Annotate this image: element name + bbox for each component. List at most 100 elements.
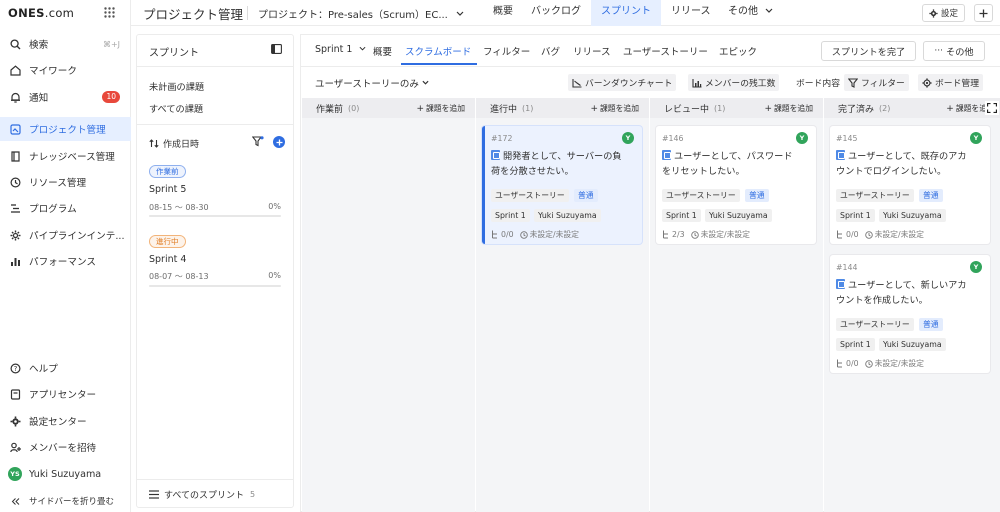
nav-project-label: プロジェクト管理	[29, 125, 106, 136]
assignee-tag: Yuki Suzuyama	[879, 209, 946, 222]
nav-search[interactable]: 検索 ⌘+J	[0, 32, 131, 56]
board-tab-overview[interactable]: 概要	[373, 44, 392, 58]
divider	[137, 124, 293, 125]
page-title: プロジェクト管理	[143, 7, 244, 22]
all-issues-link[interactable]: すべての課題	[149, 101, 203, 115]
nav-appcenter[interactable]: アプリセンター	[0, 382, 131, 406]
view-filter-select[interactable]: ユーザーストーリーのみ	[315, 74, 429, 91]
issue-title: 開発者として、サーバーの負 荷を分散させたい。	[491, 150, 641, 179]
chevron-down-icon	[456, 11, 464, 16]
column-title: レビュー中	[664, 104, 710, 115]
sprint-percent: 0%	[268, 271, 281, 280]
time-estimate: 未設定/未設定	[874, 359, 924, 368]
assignee-avatar[interactable]: Y	[970, 132, 982, 144]
issue-type-tag: ユーザーストーリー	[836, 318, 914, 331]
nav-project[interactable]: プロジェクト管理	[0, 117, 131, 141]
sprint-select[interactable]: Sprint 1	[315, 44, 366, 55]
add-issue-label: 課題を追加	[774, 104, 813, 113]
bar-chart-icon	[692, 78, 702, 88]
more-options-button[interactable]: ··· その他	[923, 41, 985, 61]
nav-wiki[interactable]: ナレッジベース管理	[0, 144, 131, 168]
issue-card[interactable]: #172 Y 開発者として、サーバーの負 荷を分散させたい。 ユーザーストーリー …	[482, 126, 642, 244]
tab-more[interactable]: その他	[728, 0, 773, 26]
tab-overview[interactable]: 概要	[493, 0, 513, 26]
sprint-name: Sprint 4	[149, 254, 187, 265]
nav-settings[interactable]: 設定センター	[0, 409, 131, 433]
ones-logo[interactable]: ONES.com	[8, 6, 74, 20]
project-selector[interactable]: プロジェクト：Pre-sales（Scrum）EC...	[258, 6, 464, 21]
subtask-count: 0/0	[846, 230, 859, 239]
board-tab-scrum[interactable]: スクラムボード	[405, 44, 471, 58]
complete-sprint-button[interactable]: スプリントを完了	[821, 41, 916, 61]
add-issue-button[interactable]: + 課題を追	[946, 103, 987, 114]
active-tab-indicator	[401, 63, 477, 65]
nav-resource[interactable]: リソース管理	[0, 170, 131, 194]
program-icon	[8, 201, 22, 215]
nav-performance[interactable]: パフォーマンス	[0, 249, 131, 273]
board-tab-epic[interactable]: エピック	[719, 44, 757, 58]
assignee-avatar[interactable]: Y	[796, 132, 808, 144]
issue-type-tag: ユーザーストーリー	[491, 189, 569, 202]
nav-pipeline[interactable]: パイプラインインテ...	[0, 223, 131, 247]
subtask-icon	[836, 230, 846, 239]
collapse-sidebar-button[interactable]: サイドバーを折り畳む	[0, 489, 131, 512]
column-count: (2)	[879, 103, 891, 113]
sprint-panel-title: スプリント	[149, 48, 199, 59]
panel-toggle-icon[interactable]	[271, 44, 282, 54]
assignee-avatar[interactable]: Y	[622, 132, 634, 144]
board-column-review: レビュー中 (1) + 課題を追加 #146 Y ユーザーとして、パスワード をリセッ…	[650, 98, 823, 512]
issue-title-line1: 開発者として、サーバーの負	[503, 151, 622, 162]
view-filter-label: ユーザーストーリーのみ	[315, 78, 419, 90]
all-sprints-count: 5	[250, 490, 256, 499]
tab-sprint[interactable]: スプリント	[591, 0, 661, 26]
tab-release[interactable]: リリース	[671, 0, 711, 26]
project-settings-button[interactable]: 設定	[922, 4, 965, 22]
issue-key: #144	[836, 263, 858, 272]
board-manage-button[interactable]: ボード管理	[918, 74, 983, 91]
add-issue-label: 課題を追加	[600, 104, 639, 113]
board-tab-release[interactable]: リリース	[573, 44, 611, 58]
plus-icon: +	[764, 104, 773, 114]
all-sprints-link[interactable]: すべてのスプリント 5	[149, 488, 255, 501]
assignee-avatar[interactable]: Y	[970, 261, 982, 273]
filter-button[interactable]: フィルター	[844, 74, 909, 91]
filter-icon[interactable]	[252, 136, 264, 147]
nav-user-profile[interactable]: YS Yuki Suzuyama	[0, 462, 131, 486]
board-content-button[interactable]: ボード内容	[796, 74, 840, 91]
add-issue-button[interactable]: + 課題を追加	[764, 103, 813, 114]
time-icon	[864, 359, 875, 368]
add-button[interactable]	[974, 4, 993, 22]
fullscreen-icon[interactable]	[985, 101, 999, 115]
add-issue-button[interactable]: + 課題を追加	[416, 103, 465, 114]
sprint-progress-bar	[149, 285, 281, 287]
nav-notify[interactable]: 通知 10	[0, 85, 131, 109]
board-tab-bug[interactable]: バグ	[541, 44, 560, 58]
nav-program[interactable]: プログラム	[0, 196, 131, 220]
nav-mywork[interactable]: マイワーク	[0, 58, 131, 82]
app-grid-icon[interactable]	[104, 7, 115, 18]
nav-appcenter-label: アプリセンター	[29, 390, 97, 401]
nav-invite[interactable]: メンバーを招待	[0, 435, 131, 459]
unplanned-issues-link[interactable]: 未計画の課題	[149, 79, 204, 93]
column-title: 完了済み	[838, 104, 875, 115]
board-tab-filter[interactable]: フィルター	[483, 44, 530, 58]
tab-backlog[interactable]: バックログ	[531, 0, 581, 26]
member-remaining-button[interactable]: メンバーの残工数	[688, 74, 780, 91]
issue-title: ユーザーとして、新しいアカ ウントを作成したい。	[836, 279, 986, 308]
sprint-tag: Sprint 1	[836, 338, 875, 351]
sprint-panel: スプリント 未計画の課題 すべての課題 作成日時 作業前 Sprint 5 08…	[136, 34, 294, 508]
project-icon	[8, 122, 22, 136]
add-sprint-button[interactable]	[273, 136, 285, 148]
time-icon	[519, 230, 530, 239]
nav-help[interactable]: ? ヘルプ	[0, 356, 131, 380]
issue-card[interactable]: #144 Y ユーザーとして、新しいアカ ウントを作成したい。 ユーザーストーリー…	[830, 255, 990, 373]
board-tab-user-story[interactable]: ユーザーストーリー	[623, 44, 708, 58]
issue-title-line1: ユーザーとして、既存のアカ	[848, 151, 967, 162]
add-issue-button[interactable]: + 課題を追加	[590, 103, 639, 114]
issue-card[interactable]: #145 Y ユーザーとして、既存のアカ ウントでログインしたい。 ユーザーストー…	[830, 126, 990, 244]
burndown-chart-button[interactable]: バーンダウンチャート	[568, 74, 677, 91]
sort-selector[interactable]: 作成日時	[149, 137, 199, 150]
priority-tag: 普通	[574, 189, 598, 202]
bar-chart-icon	[8, 254, 22, 268]
issue-card[interactable]: #146 Y ユーザーとして、パスワード をリセットしたい。 ユーザーストーリー …	[656, 126, 816, 244]
